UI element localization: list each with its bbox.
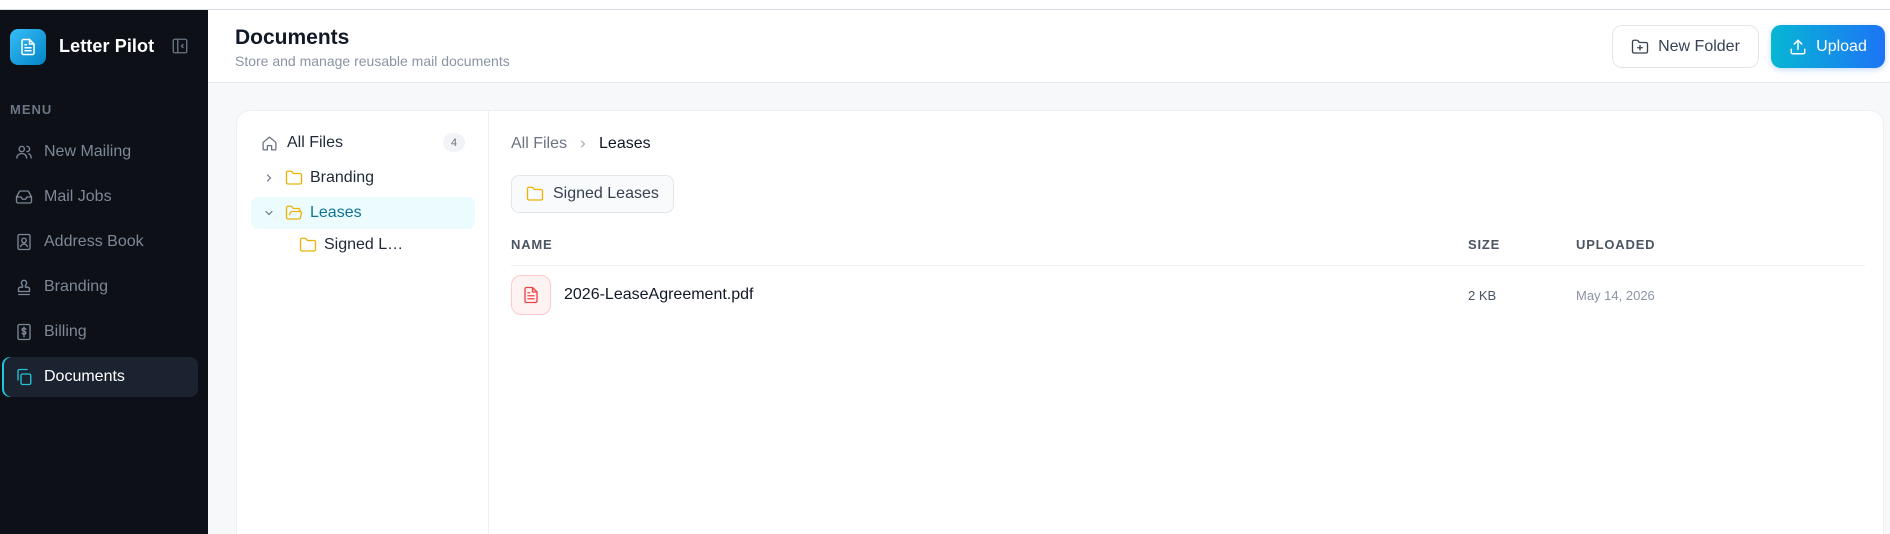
tree-item-label: Signed L… [324,236,404,253]
upload-icon [1789,38,1807,56]
menu-heading: MENU [10,102,53,117]
window-top-edge [0,0,1890,10]
app-name: Letter Pilot [59,36,155,56]
sidebar-item-branding[interactable]: Branding [2,267,198,307]
page-header: Documents Store and manage reusable mail… [208,10,1890,83]
sidebar-item-label: Address Book [44,233,144,250]
breadcrumb-all-files[interactable]: All Files [511,135,567,153]
folder-icon [285,169,303,187]
column-uploaded[interactable]: UPLOADED [1576,237,1655,252]
sidebar-item-mail-jobs[interactable]: Mail Jobs [2,177,198,217]
sidebar-item-label: Branding [44,278,109,295]
tree-item-label: All Files [287,134,344,151]
page-title: Documents [235,26,350,49]
breadcrumb: All Files Leases [511,135,651,153]
folder-tree: All Files 4 Branding Leases Signed L… [237,111,489,534]
sidebar-item-address-book[interactable]: Address Book [2,222,198,262]
sidebar-item-label: Documents [44,368,125,385]
file-count-badge: 4 [443,133,465,152]
sidebar-item-new-mailing[interactable]: New Mailing [2,132,198,172]
documents-card: All Files 4 Branding Leases Signed L… Al… [236,110,1884,534]
file-uploaded-date: May 14, 2026 [1576,288,1655,303]
folder-icon [299,236,317,254]
chevron-right-icon [577,138,589,150]
stamp-icon [14,277,34,297]
home-icon [261,135,278,152]
tree-item-leases[interactable]: Leases [251,197,475,229]
folder-icon [526,185,544,203]
folder-plus-icon [1631,38,1649,56]
column-size[interactable]: SIZE [1468,237,1500,252]
new-folder-button[interactable]: New Folder [1612,25,1759,68]
upload-label: Upload [1816,37,1867,55]
tree-item-branding[interactable]: Branding [263,165,374,191]
documents-icon [14,367,34,387]
users-icon [14,142,34,162]
contact-book-icon [14,232,34,252]
chevron-down-icon[interactable] [263,207,275,219]
pdf-file-icon [511,275,551,315]
app-logo [10,29,46,65]
sidebar-item-label: Billing [44,323,87,340]
tree-item-all-files[interactable]: All Files 4 [261,130,465,156]
tree-item-label: Leases [310,204,362,221]
sidebar-item-documents[interactable]: Documents [2,357,198,397]
dollar-receipt-icon [14,322,34,342]
tree-item-signed-leases[interactable]: Signed L… [299,232,403,258]
sidebar: Letter Pilot MENU New Mailing Mail Jobs … [0,10,208,534]
upload-button[interactable]: Upload [1771,25,1885,68]
collapse-sidebar-icon[interactable] [171,37,189,55]
table-row[interactable]: 2026-LeaseAgreement.pdf 2 KB May 14, 202… [511,273,1865,319]
chevron-right-icon[interactable] [263,172,275,184]
column-name[interactable]: NAME [511,237,552,252]
subfolder-chip-label: Signed Leases [553,185,659,202]
inbox-icon [14,187,34,207]
file-name[interactable]: 2026-LeaseAgreement.pdf [564,286,753,304]
folder-open-icon [285,204,303,222]
new-folder-label: New Folder [1658,37,1740,55]
sidebar-item-billing[interactable]: Billing [2,312,198,352]
document-logo-icon [21,38,35,56]
page-subtitle: Store and manage reusable mail documents [235,53,510,69]
folder-contents: All Files Leases Signed Leases NAME SIZE… [489,111,1883,534]
sidebar-item-label: New Mailing [44,143,132,160]
subfolder-chip-signed-leases[interactable]: Signed Leases [511,175,674,213]
tree-item-label: Branding [310,169,375,186]
files-table-header: NAME SIZE UPLOADED [511,226,1865,266]
sidebar-item-label: Mail Jobs [44,188,112,205]
breadcrumb-current: Leases [599,135,651,152]
file-size: 2 KB [1468,288,1497,303]
